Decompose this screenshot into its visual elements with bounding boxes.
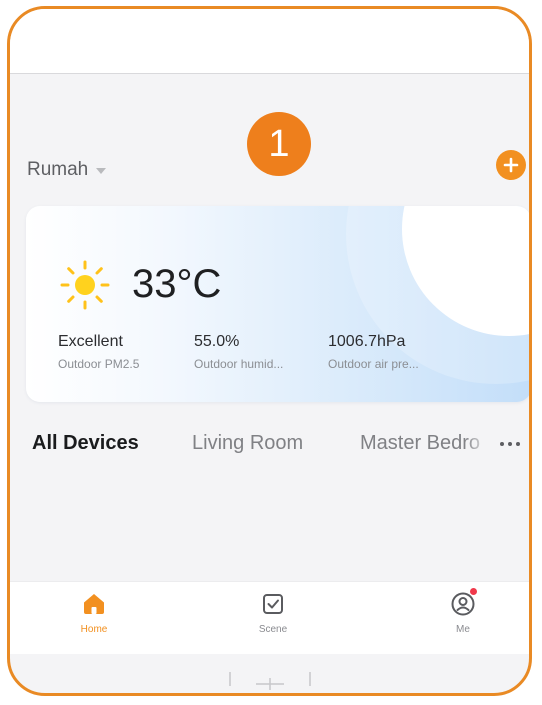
home-selector[interactable]: Rumah [27, 159, 107, 181]
nav-label: Scene [258, 624, 288, 635]
tab-master-bedroom[interactable]: Master Bedro [360, 432, 490, 455]
nav-label: Home [80, 624, 108, 635]
weather-card[interactable]: 33°C Excellent Outdoor PM2.5 55.0% Outdo… [26, 206, 529, 402]
tab-all-devices[interactable]: All Devices [32, 432, 139, 455]
stat-value: 1006.7hPa [328, 333, 406, 350]
stat-value: Excellent [58, 333, 123, 350]
nav-me[interactable]: Me [418, 588, 508, 635]
star-decoration [456, 303, 462, 309]
more-dot [508, 442, 512, 446]
add-device-button[interactable] [496, 150, 526, 180]
stat-label: Outdoor PM2.5 [58, 357, 140, 371]
stat-label: Outdoor air pre... [328, 357, 419, 371]
temperature-value: 33°C [132, 262, 222, 306]
caret-down-icon [96, 168, 107, 174]
phone-screen: Rumah 33°C Excellent Outdoor PM2.5 55.0%… [7, 6, 532, 696]
status-bar [10, 9, 529, 74]
nav-home[interactable]: Home [49, 590, 139, 635]
home-name: Rumah [27, 159, 89, 180]
step-badge: 1 [247, 112, 311, 176]
stat-air-pressure: 1006.7hPa Outdoor air pre... [328, 333, 419, 371]
room-tabs: All Devices Living Room Master Bedro [32, 432, 529, 464]
tab-living-room[interactable]: Living Room [192, 432, 303, 455]
nav-scene[interactable]: Scene [228, 590, 318, 635]
sun-icon [60, 260, 110, 310]
home-indicator [229, 672, 311, 690]
bottom-nav: Home Scene Me [10, 581, 529, 654]
stat-pm25: Excellent Outdoor PM2.5 [58, 333, 139, 371]
scene-icon [263, 594, 283, 614]
stat-value: 55.0% [194, 333, 240, 350]
more-dots-icon [500, 442, 504, 446]
plus-icon [503, 157, 519, 173]
more-dot [516, 442, 520, 446]
nav-label: Me [456, 624, 470, 635]
stat-label: Outdoor humid... [194, 357, 284, 371]
home-icon [84, 594, 104, 614]
more-tabs-button[interactable] [500, 442, 520, 446]
profile-icon-wrap [449, 588, 477, 618]
notification-dot [470, 588, 477, 595]
stat-humidity: 55.0% Outdoor humid... [194, 333, 283, 371]
